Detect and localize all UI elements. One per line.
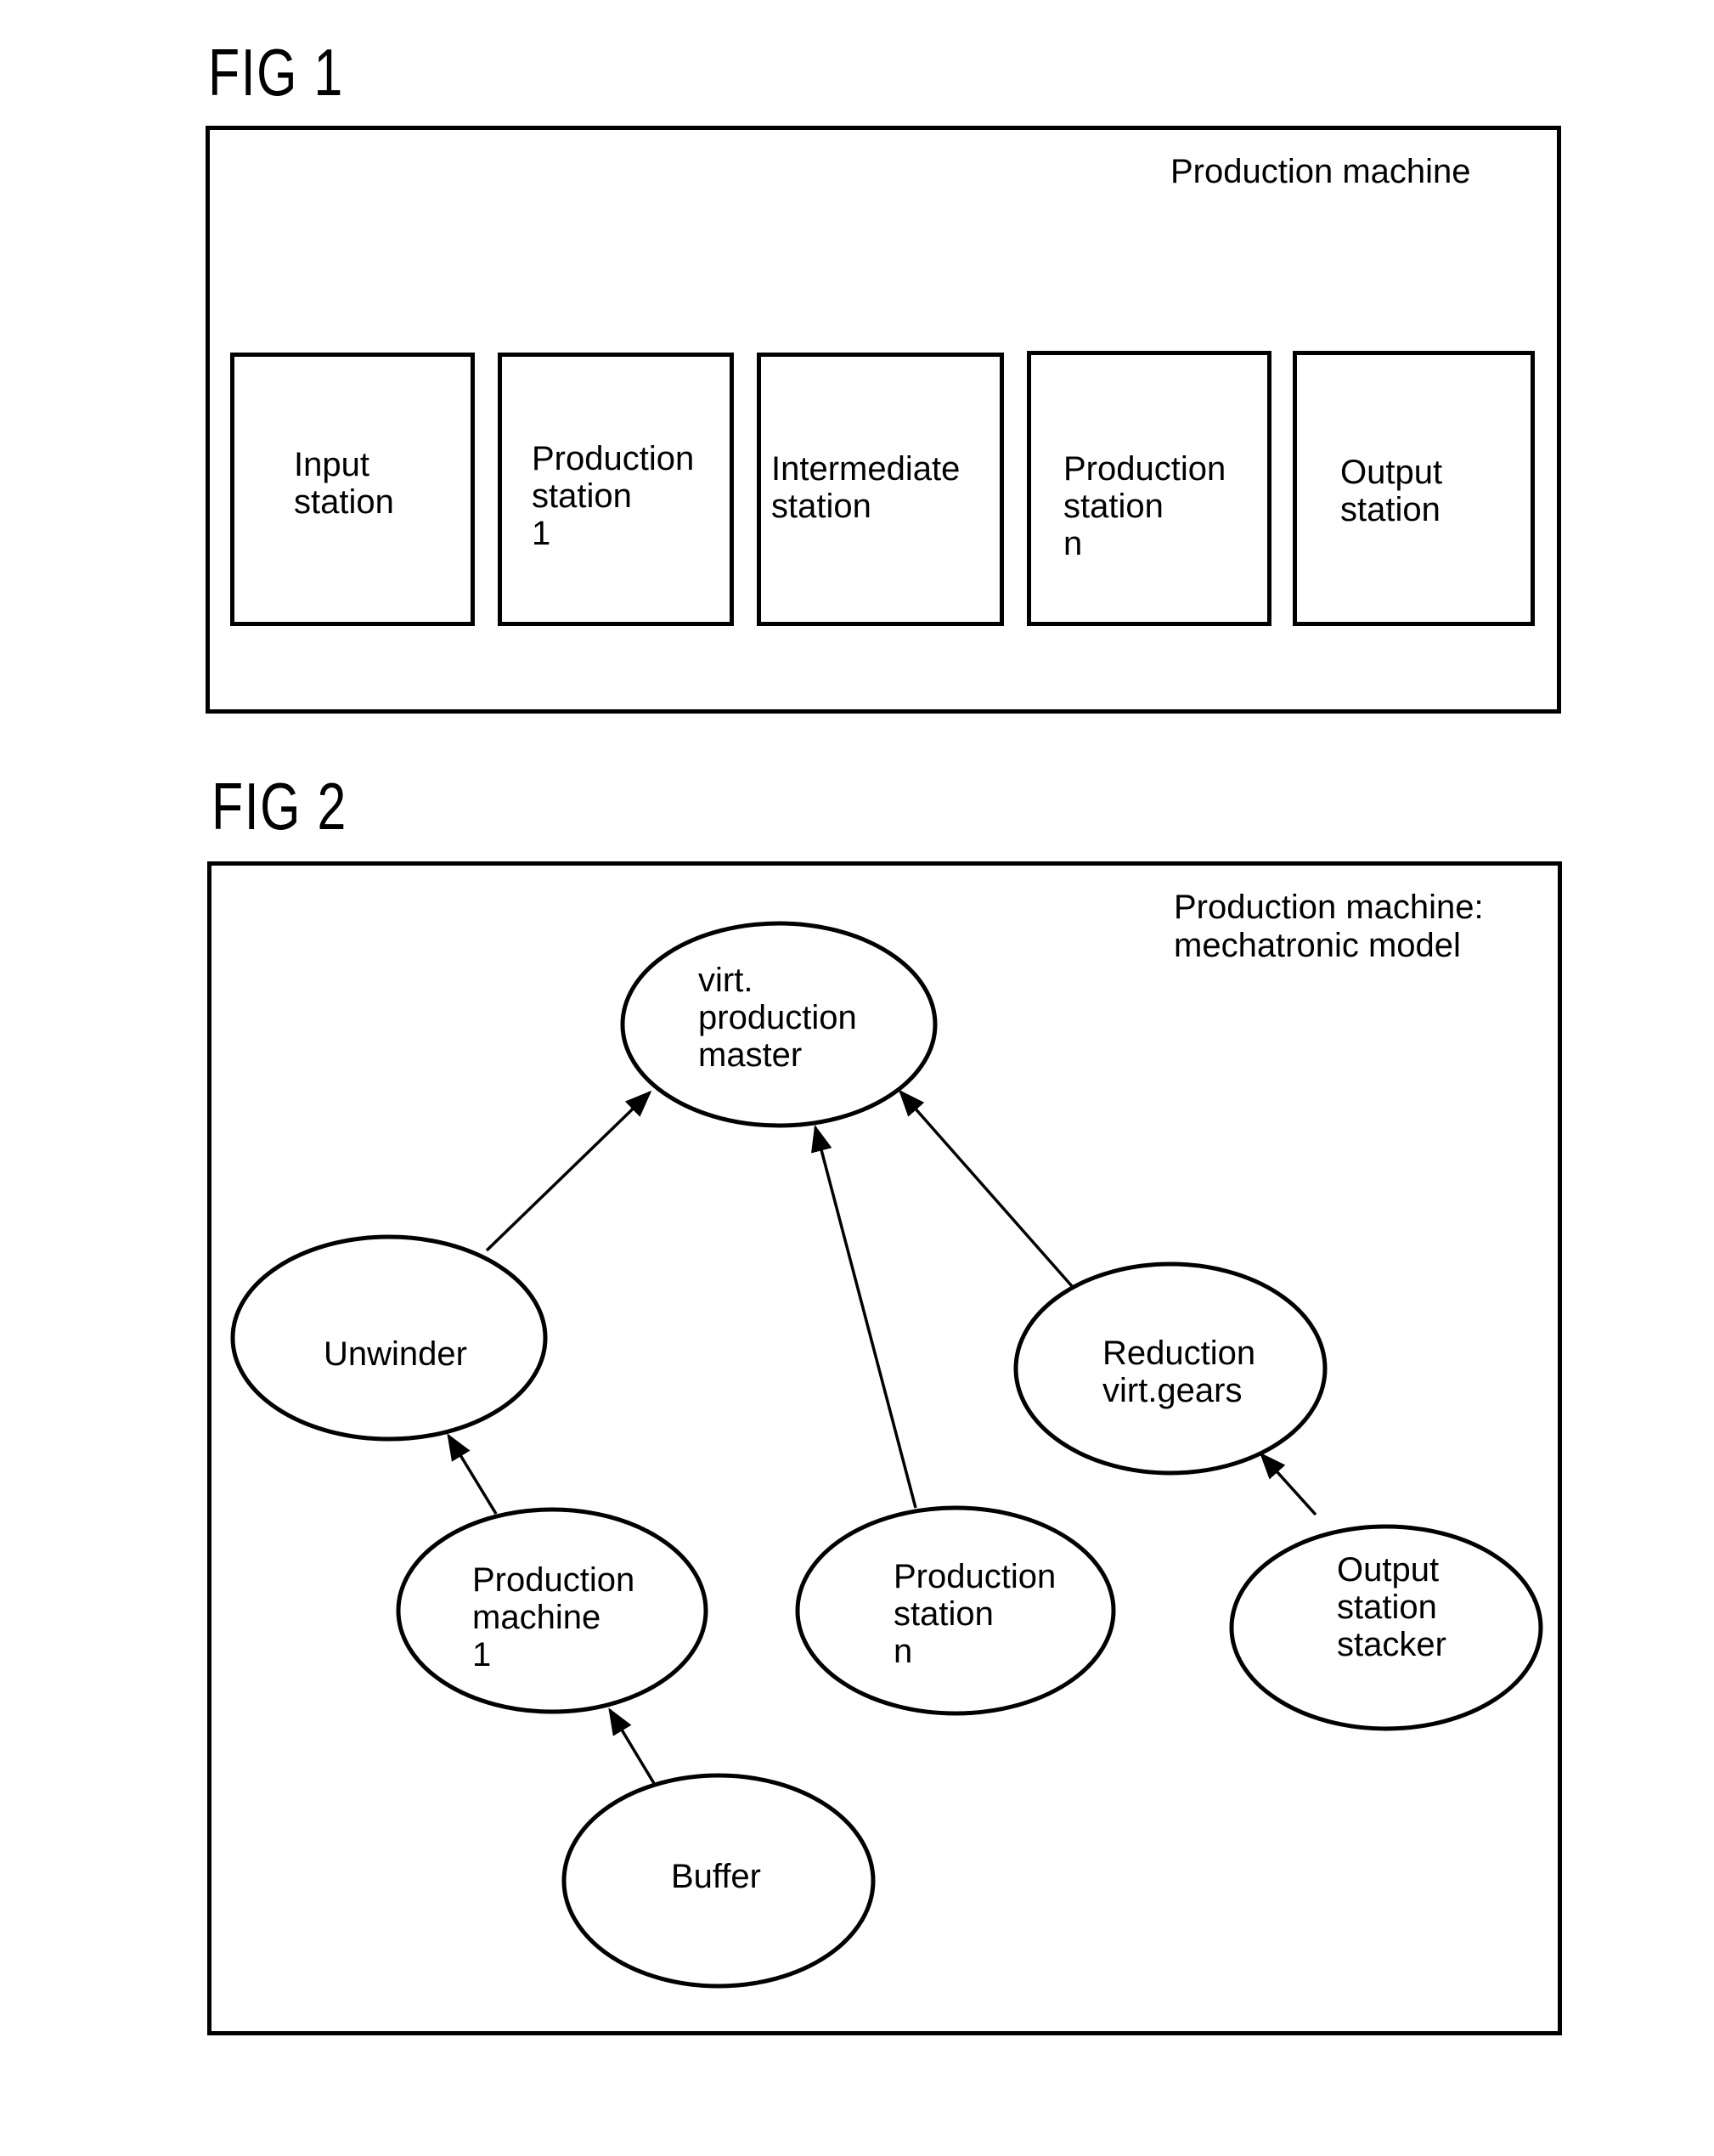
station-production-1-label: Production station 1 — [532, 440, 695, 552]
node-unwinder-label: Unwinder — [324, 1335, 467, 1373]
station-input-label: Input station — [294, 446, 394, 521]
fig2-label: FIG 2 — [211, 769, 347, 844]
node-buffer-label: Buffer — [671, 1858, 761, 1895]
node-production-station-n-label: Production station n — [894, 1558, 1057, 1670]
node-output-station-stacker-label: Output station stacker — [1337, 1551, 1446, 1663]
station-intermediate-label: Intermediate station — [771, 450, 961, 525]
node-reduction-virt-gears-label: Reduction virt.gears — [1102, 1335, 1256, 1409]
fig2-frame-title: Production machine: mechatronic model — [1174, 889, 1484, 964]
fig2-mechatronic-model-frame — [207, 861, 1562, 2035]
node-virt-production-master-label: virt. production master — [698, 962, 857, 1074]
fig1-label: FIG 1 — [208, 35, 344, 110]
node-production-machine-1-label: Production machine 1 — [472, 1561, 635, 1673]
fig1-frame-title: Production machine — [1170, 153, 1471, 190]
station-output-label: Output station — [1340, 454, 1443, 528]
station-production-n-label: Production station n — [1063, 450, 1226, 562]
